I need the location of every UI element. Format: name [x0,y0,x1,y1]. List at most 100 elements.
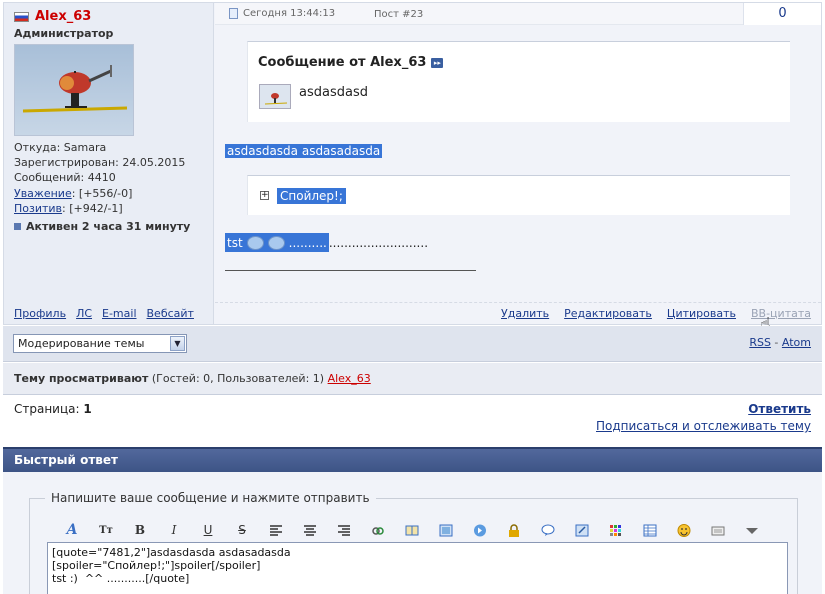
font-icon[interactable]: A [55,520,89,540]
email-link[interactable]: E-mail [102,307,137,320]
image-icon[interactable] [429,520,463,540]
page-indicator: Страница: 1 [14,402,92,416]
smiley-icon [246,235,264,250]
page-label: Страница: [14,402,80,416]
feed-links: RSS - Atom [749,336,811,349]
pm-link[interactable]: ЛС [76,307,92,320]
keyboard-icon[interactable] [701,520,735,540]
forum-post: Alex_63 Администратор Откуда: Samara Зар… [3,2,822,325]
rss-link[interactable]: RSS [749,336,771,349]
pagination-row: Страница: 1 Ответить Подписаться и отсле… [3,396,822,440]
smiley-icon [267,235,285,250]
post-header: Сегодня 13:44:13 Пост #23 0 [215,3,821,25]
user-positive: Позитив: [+942/-1] [14,201,185,216]
book-icon[interactable] [395,520,429,540]
signature-divider [225,270,476,271]
video-icon[interactable] [463,520,497,540]
size-icon[interactable]: Tт [89,520,123,540]
code-icon[interactable] [565,520,599,540]
smiley-icon[interactable] [667,520,701,540]
quote-title: Сообщение от Alex_63 ▸▸ [258,55,444,70]
viewers-counts: (Гостей: 0, Пользователей: 1) [151,372,325,385]
profile-link[interactable]: Профиль [14,307,66,320]
post-date: Сегодня 13:44:13 [229,8,335,19]
link-icon[interactable] [361,520,395,540]
reply-legend: Напишите ваше сообщение и нажмите отправ… [45,491,376,505]
user-messages: Сообщений: 4410 [14,171,116,185]
active-status: Активен 2 часа 31 минуту [14,220,190,233]
tst-selection: tst .......... [225,233,329,252]
respect-link[interactable]: Уважение [14,187,72,200]
underline-icon[interactable]: U [191,520,225,540]
username-label[interactable]: Alex_63 [35,9,91,24]
speech-icon[interactable] [531,520,565,540]
moderation-select[interactable]: Модерирование темы ▼ [13,334,187,353]
spoiler-label[interactable]: Спойлер!; [277,188,346,204]
bold-icon[interactable]: B [123,520,157,540]
user-location: Откуда: Samara [14,141,107,154]
active-status-label: Активен 2 часа 31 минуту [26,220,191,233]
quote-text: asdasdasd [299,85,368,100]
respect-value: : [+556/-0] [71,186,133,200]
post-body-text: asdasdasda asdasadasda [225,144,383,158]
more-icon[interactable] [735,520,769,540]
positive-value: : [+942/-1] [62,201,123,215]
russia-flag-icon [14,11,29,22]
editor-toolbar: A Tт B I U S [55,520,769,540]
go-to-post-icon[interactable]: ▸▸ [431,57,444,68]
subscribe-link[interactable]: Подписаться и отслеживать тему [596,419,811,433]
post-actions: Удалить Редактировать Цитировать BB-цита… [215,302,821,324]
feed-separator: - [774,336,779,349]
viewers-label: Тему просматривают [14,372,149,385]
user-panel: Alex_63 Администратор Откуда: Samara Зар… [4,3,214,324]
edit-link[interactable]: Редактировать [564,307,652,320]
quick-reply-header: Быстрый ответ [3,447,822,472]
moderation-bar: Модерирование темы ▼ RSS - Atom [3,326,822,362]
user-rank: Администратор [14,27,114,40]
reply-textarea[interactable]: [quote="7481,2"]asdasdasda asdasadasda [… [47,542,788,594]
quote-link[interactable]: Цитировать [667,307,736,320]
reply-link[interactable]: Ответить [748,402,811,416]
user-info: Откуда: Samara Зарегистрирован: 24.05.20… [14,140,185,216]
italic-icon[interactable]: I [157,520,191,540]
avatar [14,44,134,136]
lock-icon[interactable] [497,520,531,540]
helicopter-thumbnail-icon [264,93,288,105]
delete-link[interactable]: Удалить [501,307,549,320]
user-links: Профиль ЛС E-mail Вебсайт [14,307,194,320]
chevron-down-icon[interactable]: ▼ [170,336,185,351]
page-number: 1 [83,402,92,416]
quick-reply-panel: Напишите ваше сообщение и нажмите отправ… [3,472,822,594]
strike-icon[interactable]: S [225,520,259,540]
atom-link[interactable]: Atom [782,336,811,349]
post-date-label: Сегодня 13:44:13 [243,8,336,19]
tst-text: tst [227,235,243,250]
website-link[interactable]: Вебсайт [147,307,194,320]
post-rating: 0 [743,3,821,25]
align-center-icon[interactable] [293,520,327,540]
tst-line: tst .......... .........................… [225,233,428,252]
color-grid-icon[interactable] [599,520,633,540]
document-icon [229,8,238,19]
align-left-icon[interactable] [259,520,293,540]
user-respect: Уважение: [+556/-0] [14,186,185,201]
viewer-user-link[interactable]: Alex_63 [328,372,371,385]
align-right-icon[interactable] [327,520,361,540]
status-square-icon [14,223,21,230]
tst-dots-selected: .......... [288,235,327,250]
post-number[interactable]: Пост #23 [374,9,423,20]
positive-link[interactable]: Позитив [14,202,62,215]
quote-block: Сообщение от Alex_63 ▸▸ asdasdasd [247,41,790,122]
helicopter-avatar-icon [22,65,128,113]
user-registered: Зарегистрирован: 24.05.2015 [14,156,186,170]
moderation-select-value: Модерирование темы [18,337,145,350]
topic-viewers: Тему просматривают (Гостей: 0, Пользоват… [3,363,822,395]
message-panel: Сегодня 13:44:13 Пост #23 0 Сообщение от… [215,3,821,324]
quote-image-thumbnail[interactable] [259,84,291,109]
tst-dots: .......................... [328,235,429,250]
expand-plus-icon[interactable]: + [260,191,269,200]
spoiler-block: + Спойлер!; [247,175,790,215]
quote-title-label: Сообщение от Alex_63 [258,55,427,70]
username[interactable]: Alex_63 [14,9,91,24]
table-icon[interactable] [633,520,667,540]
